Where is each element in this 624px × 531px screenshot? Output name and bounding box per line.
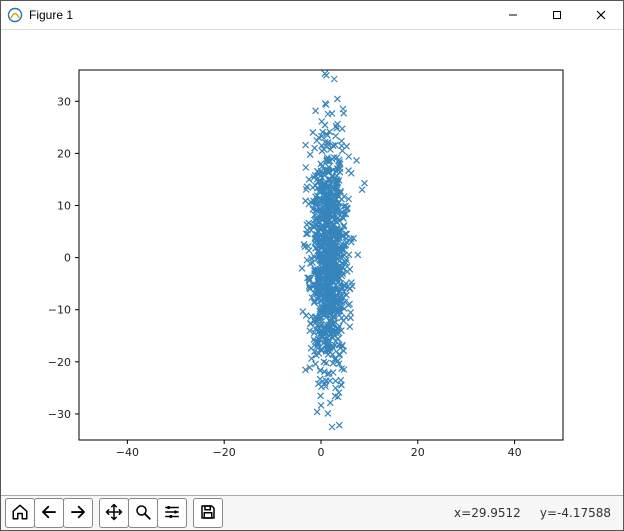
titlebar: Figure 1 [1,1,623,30]
maximize-button[interactable] [535,1,579,29]
svg-text:−30: −30 [48,408,71,421]
arrow-left-icon [40,503,58,524]
svg-text:−10: −10 [48,304,71,317]
svg-text:10: 10 [57,199,71,212]
window-title: Figure 1 [29,8,73,22]
svg-text:20: 20 [411,446,425,459]
zoom-button[interactable] [128,498,158,528]
svg-text:−40: −40 [116,446,139,459]
svg-text:−20: −20 [48,356,71,369]
svg-text:0: 0 [64,252,71,265]
configure-button[interactable] [157,498,187,528]
app-window: Figure 1 −40 −20 0 20 40 −30 −20 −10 0 10 20 30 [0,0,624,531]
sliders-icon [163,503,181,524]
home-icon [11,503,29,524]
app-icon [7,7,23,23]
save-button[interactable] [193,498,223,528]
cursor-coordinates: x=29.9512 y=-4.17588 [454,506,619,520]
svg-text:20: 20 [57,147,71,160]
svg-text:0: 0 [318,446,325,459]
forward-button[interactable] [63,498,93,528]
svg-text:30: 30 [57,95,71,108]
back-button[interactable] [34,498,64,528]
zoom-icon [134,503,152,524]
plot-svg: −40 −20 0 20 40 −30 −20 −10 0 10 20 30 [1,30,623,495]
svg-text:40: 40 [508,446,522,459]
nav-toolbar: x=29.9512 y=-4.17588 [1,495,623,530]
arrow-right-icon [69,503,87,524]
pan-button[interactable] [99,498,129,528]
close-button[interactable] [579,1,623,29]
home-button[interactable] [5,498,35,528]
figure-canvas[interactable]: −40 −20 0 20 40 −30 −20 −10 0 10 20 30 [1,30,623,495]
move-icon [105,503,123,524]
svg-text:−20: −20 [213,446,236,459]
minimize-button[interactable] [491,1,535,29]
save-icon [199,503,217,524]
